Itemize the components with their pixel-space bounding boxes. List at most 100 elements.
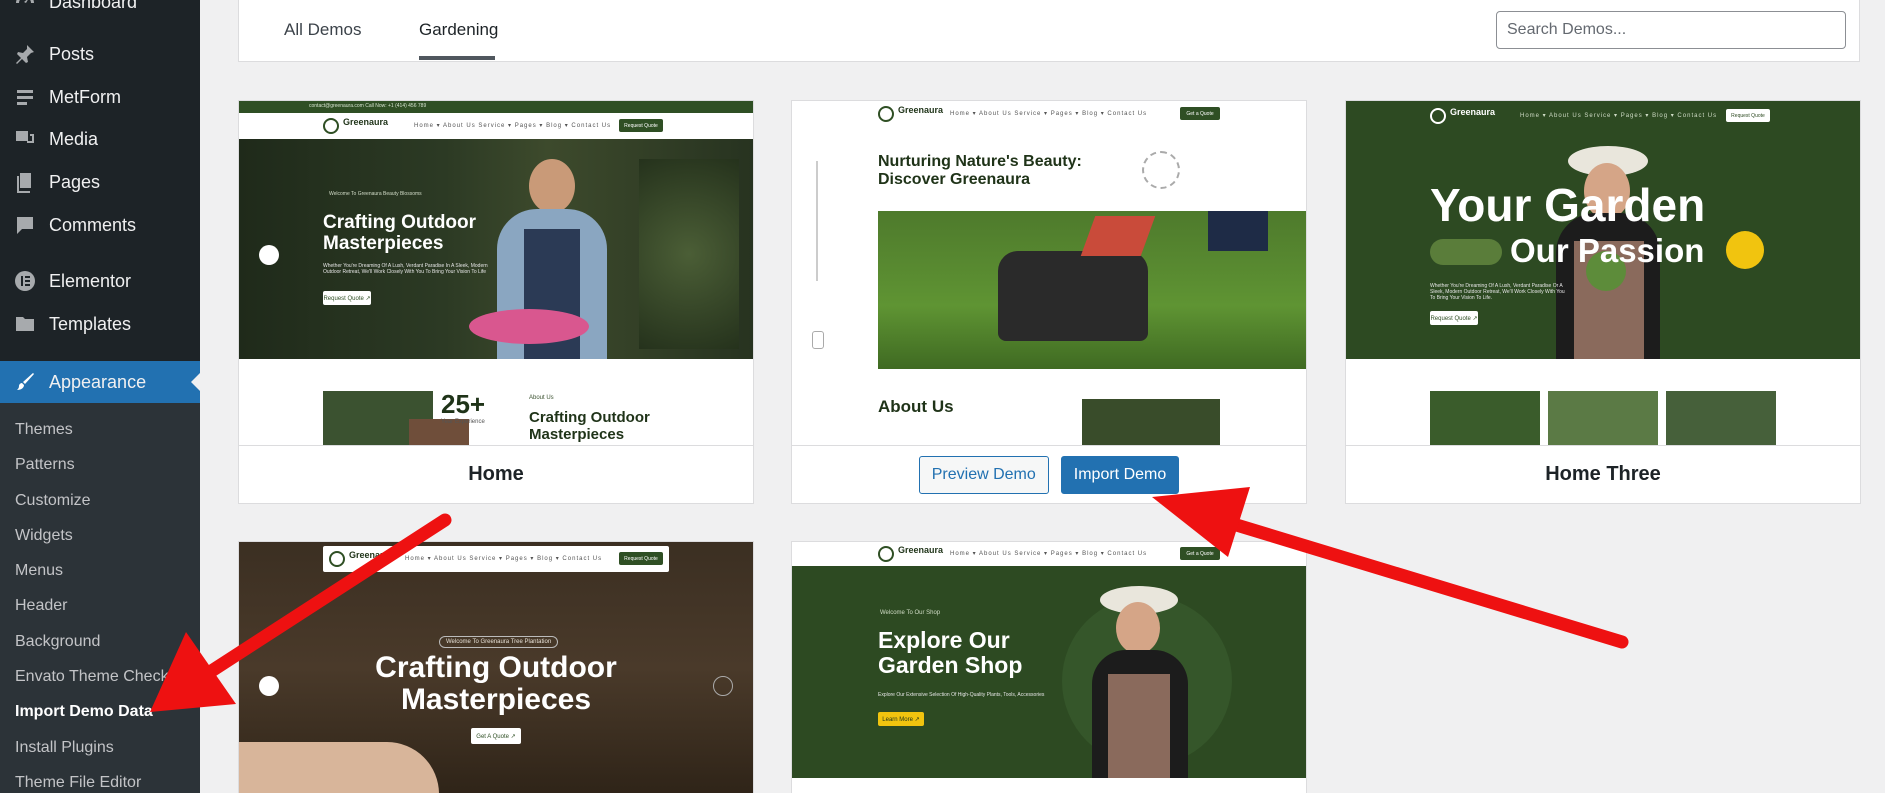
preview-demo-button[interactable]: Preview Demo (918, 455, 1049, 494)
preview-cta: Request Quote ↗ (1430, 311, 1478, 325)
preview-quote-button: Request Quote (619, 552, 663, 565)
brush-icon (10, 367, 40, 397)
form-icon (10, 82, 40, 112)
play-badge-icon (1142, 151, 1180, 189)
demo-card-shop[interactable]: Greenaura Home ▾ About Us Service ▾ Page… (791, 541, 1307, 793)
greenaura-logo-icon (878, 546, 894, 562)
submenu-menus[interactable]: Menus (15, 562, 63, 580)
demo-name: Home (468, 463, 524, 485)
preview-welcome: Welcome To Our Shop (880, 610, 941, 616)
preview-quote-button: Get a Quote (1180, 547, 1220, 560)
slider-prev-icon (259, 676, 279, 696)
submenu-patterns[interactable]: Patterns (15, 456, 75, 474)
admin-sidebar: Dashboard Posts MetForm Media Pages Comm… (0, 0, 200, 793)
tab-all-demos[interactable]: All Demos (284, 20, 361, 40)
demo-card-home-four[interactable]: Greenaura Home ▾ About Us Service ▾ Page… (238, 541, 754, 793)
woman-head (1116, 602, 1160, 654)
demo-card-footer: Home (239, 445, 753, 503)
submenu-theme-file-editor[interactable]: Theme File Editor (15, 774, 141, 792)
sidebar-item-label: Comments (49, 214, 137, 235)
hero-image: Welcome To Our Shop Explore Our Garden S… (792, 566, 1306, 778)
flower-tray (469, 309, 589, 344)
gallery-image-2 (1548, 391, 1658, 445)
sidebar-item-label: Pages (49, 171, 101, 192)
gardener-head (529, 159, 575, 213)
demo-thumbnail[interactable]: Greenaura Home ▾ About Us Service ▾ Page… (1346, 101, 1860, 445)
mower-bag (1080, 216, 1156, 256)
mower-body (998, 251, 1148, 341)
slider-next-icon (713, 676, 733, 696)
preview-cta: Request Quote ↗ (323, 291, 371, 305)
submenu-customize[interactable]: Customize (15, 492, 91, 510)
sidebar-item-pages[interactable]: Pages (0, 164, 200, 200)
demo-thumbnail[interactable]: contact@greenaura.com Call Now: +1 (414)… (239, 101, 753, 445)
demo-thumbnail[interactable]: Greenaura Home ▾ About Us Service ▾ Page… (239, 542, 753, 793)
preview-about-tag: About Us (529, 395, 554, 401)
greenaura-logo-icon (329, 551, 345, 567)
gallery-image-3 (1666, 391, 1776, 445)
preview-cta: Learn More ↗ (878, 712, 924, 726)
slider-prev-icon (259, 245, 279, 265)
greenaura-logo-icon (323, 118, 339, 134)
hero-image: Greenaura Home ▾ About Us Service ▾ Page… (1346, 101, 1860, 359)
demo-card-home[interactable]: contact@greenaura.com Call Now: +1 (414)… (238, 100, 754, 504)
submenu-background[interactable]: Background (15, 633, 100, 651)
demo-card-home-two[interactable]: Greenaura Home ▾ About Us Service ▾ Page… (791, 100, 1307, 504)
demo-card-footer: Home Three (1346, 445, 1860, 503)
preview-logo: Greenaura (898, 545, 944, 555)
sidebar-item-media[interactable]: Media (0, 121, 200, 157)
gallery-image-1 (1430, 391, 1540, 445)
pages-icon (10, 167, 40, 197)
woman-apron (1108, 674, 1170, 778)
comments-icon (10, 210, 40, 240)
search-demos-input[interactable] (1496, 11, 1846, 49)
submenu-header[interactable]: Header (15, 597, 67, 615)
sidebar-item-templates[interactable]: Templates (0, 306, 200, 342)
preview-headline: Explore Our Garden Shop (878, 627, 1023, 678)
sidebar-item-posts[interactable]: Posts (0, 36, 200, 72)
demo-thumbnail[interactable]: Greenaura Home ▾ About Us Service ▾ Page… (792, 542, 1306, 793)
preview-nav: Home ▾ About Us Service ▾ Pages ▾ Blog ▾… (950, 111, 1148, 117)
preview-quote-button: Request Quote (619, 119, 663, 132)
sidebar-item-appearance[interactable]: Appearance (0, 361, 200, 403)
pin-icon (10, 39, 40, 69)
preview-navbar: Greenaura Home ▾ About Us Service ▾ Page… (323, 546, 669, 572)
demo-card-home-three[interactable]: Greenaura Home ▾ About Us Service ▾ Page… (1345, 100, 1861, 504)
submenu-themes[interactable]: Themes (15, 421, 73, 439)
dashboard-icon (10, 0, 40, 17)
sidebar-item-metform[interactable]: MetForm (0, 79, 200, 115)
preview-logo: Greenaura (1450, 107, 1496, 117)
submenu-import-demo-data[interactable]: Import Demo Data (15, 703, 153, 721)
demo-thumbnail[interactable]: Greenaura Home ▾ About Us Service ▾ Page… (792, 101, 1306, 445)
hero-image: Welcome To Greenaura Beauty Blossoms Cra… (239, 139, 753, 359)
preview-headline: Nurturing Nature's Beauty: Discover Gree… (878, 153, 1082, 189)
pill-image (1430, 239, 1502, 265)
preview-navbar: Greenaura Home ▾ About Us Service ▾ Page… (792, 542, 1306, 566)
preview-sub: Whether You're Dreaming Of A Lush, Verda… (1430, 283, 1565, 301)
preview-headline: Crafting Outdoor Masterpieces (323, 212, 477, 254)
gardener-legs (1208, 211, 1268, 251)
demo-name: Home Three (1545, 463, 1661, 485)
sidebar-item-label: MetForm (49, 86, 121, 107)
social-rail (816, 161, 818, 281)
preview-topbar-text: contact@greenaura.com Call Now: +1 (414)… (309, 103, 427, 109)
submenu-install-plugins[interactable]: Install Plugins (15, 739, 114, 757)
demo-filter-bar: All Demos Gardening (238, 0, 1860, 62)
preview-navbar: Greenaura Home ▾ About Us Service ▾ Page… (239, 113, 753, 139)
sidebar-item-label: Elementor (49, 270, 132, 291)
preview-logo: Greenaura (349, 550, 395, 560)
preview-headline-1: Your Garden (1430, 179, 1706, 231)
tab-gardening[interactable]: Gardening (419, 20, 498, 40)
sidebar-item-elementor[interactable]: Elementor (0, 263, 200, 299)
import-demo-button[interactable]: Import Demo (1060, 455, 1180, 494)
preview-sub: Whether You're Dreaming Of A Lush, Verda… (323, 263, 488, 275)
sidebar-item-dashboard[interactable]: Dashboard (0, 0, 200, 20)
submenu-widgets[interactable]: Widgets (15, 527, 73, 545)
preview-headline-1: Crafting Outdoor (375, 651, 617, 684)
preview-nav: Home ▾ About Us Service ▾ Pages ▾ Blog ▾… (950, 551, 1148, 557)
submenu-envato-theme-check[interactable]: Envato Theme Check (15, 668, 169, 686)
preview-sub: Explore Our Extensive Selection Of High-… (878, 692, 1045, 698)
preview-logo: Greenaura (898, 105, 944, 115)
sidebar-item-comments[interactable]: Comments (0, 207, 200, 243)
plants-bg (639, 159, 739, 349)
